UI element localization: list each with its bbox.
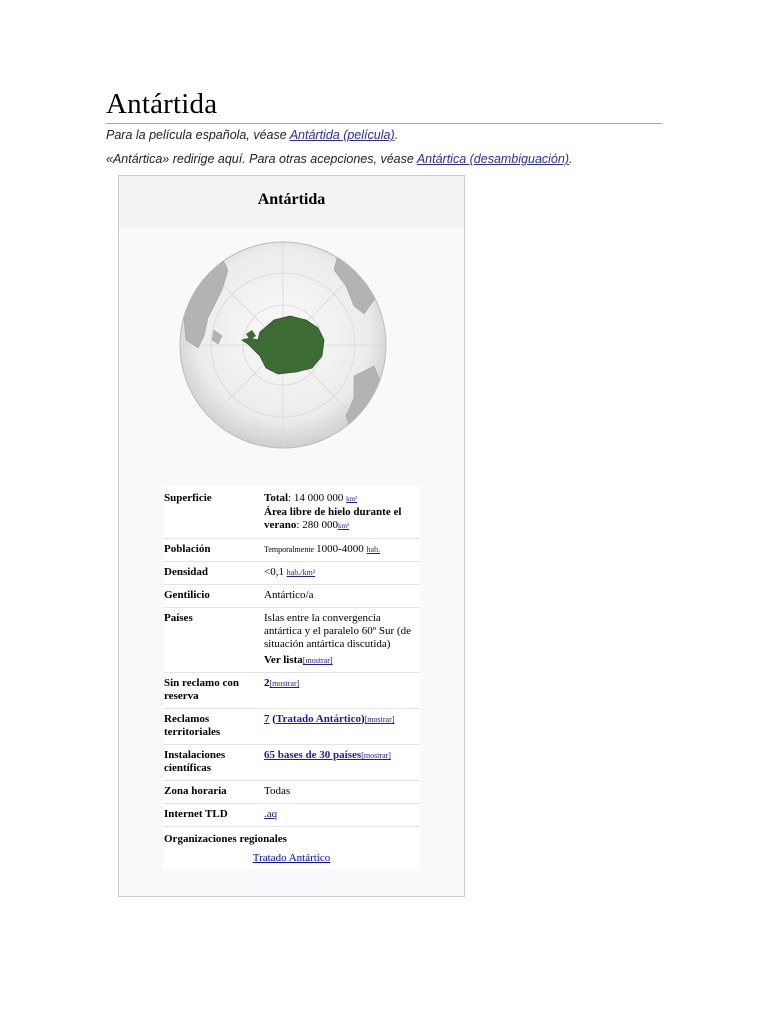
tld-link[interactable]: .aq <box>264 808 277 820</box>
infobox-body: Superficie Total: 14 000 000 km² Área li… <box>119 228 464 896</box>
row-value: Total: 14 000 000 km² Área libre de hiel… <box>264 492 420 533</box>
row-zona-horaria: Zona horaria Todas <box>163 781 420 804</box>
total-label: Total <box>264 492 289 504</box>
row-reclamos: Reclamos territoriales 7 (Tratado Antárt… <box>163 709 420 745</box>
density-unit-link[interactable]: hab./km² <box>287 568 315 577</box>
hatnote-film-suffix: . <box>394 128 399 142</box>
show-toggle[interactable]: [mostrar] <box>361 751 391 760</box>
infobox-header: Antártida <box>119 176 464 229</box>
row-poblacion: Población Temporalmente 1000-4000 hab. <box>163 539 420 562</box>
row-value: Temporalmente 1000-4000 hab. <box>264 543 420 556</box>
row-value: <0,1 hab./km² <box>264 566 420 579</box>
hatnote-disambiguation-link[interactable]: Antártica (desambiguación) <box>417 152 569 166</box>
list-label: Ver lista <box>264 654 303 666</box>
population-value: 1000-4000 <box>316 543 367 555</box>
countries-description: Islas entre la convergencia antártica y … <box>264 612 411 650</box>
row-label: Reclamos territoriales <box>164 713 221 738</box>
regional-organizations-value: Tratado Antártico <box>163 849 420 869</box>
antarctica-globe-map[interactable] <box>178 240 388 450</box>
row-label: Densidad <box>164 566 209 578</box>
row-value: Antártico/a <box>264 589 314 601</box>
km2-link[interactable]: km² <box>346 495 357 503</box>
infobox-title: Antártida <box>257 191 326 208</box>
row-label: Instalaciones científicas <box>164 749 226 774</box>
row-label: Sin reclamo con reserva <box>164 677 239 702</box>
regional-organizations-heading: Organizaciones regionales <box>164 833 287 845</box>
row-value: 7 (Tratado Antártico)[mostrar] <box>264 713 420 739</box>
row-internet-tld: Internet TLD .aq <box>163 804 420 827</box>
show-toggle[interactable]: [mostrar] <box>303 656 333 665</box>
row-gentilicio: Gentilicio Antártico/a <box>163 585 420 608</box>
row-value: Todas <box>264 785 291 797</box>
antarctic-treaty-link[interactable]: Tratado Antártico <box>276 713 361 725</box>
row-label: Gentilicio <box>164 589 210 601</box>
row-densidad: Densidad <0,1 hab./km² <box>163 562 420 585</box>
density-value: <0,1 <box>264 566 287 578</box>
hab-link[interactable]: hab. <box>367 545 381 554</box>
area-value: : 280 000 <box>296 519 338 531</box>
row-label: Zona horaria <box>164 785 227 797</box>
row-sin-reclamo: Sin reclamo con reserva 2[mostrar] <box>163 673 420 709</box>
show-toggle[interactable]: [mostrar] <box>365 715 395 724</box>
antarctic-treaty-org-link[interactable]: Tratado Antártico <box>253 852 331 864</box>
total-value: : 14 000 000 <box>288 492 347 504</box>
population-prefix: Temporalmente <box>264 545 317 554</box>
countries-list: Ver lista[mostrar] <box>264 654 420 667</box>
row-paises: Países Islas entre la convergencia antár… <box>163 608 420 673</box>
page-title: Antártida <box>106 88 218 120</box>
hatnote-film-text: Para la película española, véase <box>106 128 290 142</box>
row-label: Internet TLD <box>164 808 228 820</box>
hatnote-film-link[interactable]: Antártida (película) <box>290 128 395 142</box>
row-value: .aq <box>264 808 420 821</box>
row-label: Países <box>164 612 193 624</box>
hatnote-disambiguation-suffix: . <box>569 152 573 166</box>
km2-link[interactable]: km² <box>338 522 349 530</box>
row-label: Superficie <box>164 492 212 504</box>
row-value: 2[mostrar] <box>264 677 420 703</box>
infobox: Antártida Superficie Total: 14 000 000 k… <box>118 175 465 897</box>
hatnote-film: Para la película española, véase Antárti… <box>106 128 398 142</box>
row-superficie: Superficie Total: 14 000 000 km² Área li… <box>163 486 420 539</box>
title-divider <box>106 123 662 124</box>
hatnote-disambiguation-text: «Antártica» redirige aquí. Para otras ac… <box>106 152 417 166</box>
bases-link[interactable]: 65 bases de 30 países <box>264 749 361 761</box>
infobox-table: Superficie Total: 14 000 000 km² Área li… <box>163 486 420 869</box>
row-instalaciones: Instalaciones científicas 65 bases de 30… <box>163 745 420 781</box>
row-value: Islas entre la convergencia antártica y … <box>264 612 420 667</box>
row-label: Población <box>164 543 211 555</box>
row-value: 65 bases de 30 países[mostrar] <box>264 749 420 775</box>
hatnote-disambiguation: «Antártica» redirige aquí. Para otras ac… <box>106 152 572 166</box>
show-toggle[interactable]: [mostrar] <box>270 679 300 688</box>
